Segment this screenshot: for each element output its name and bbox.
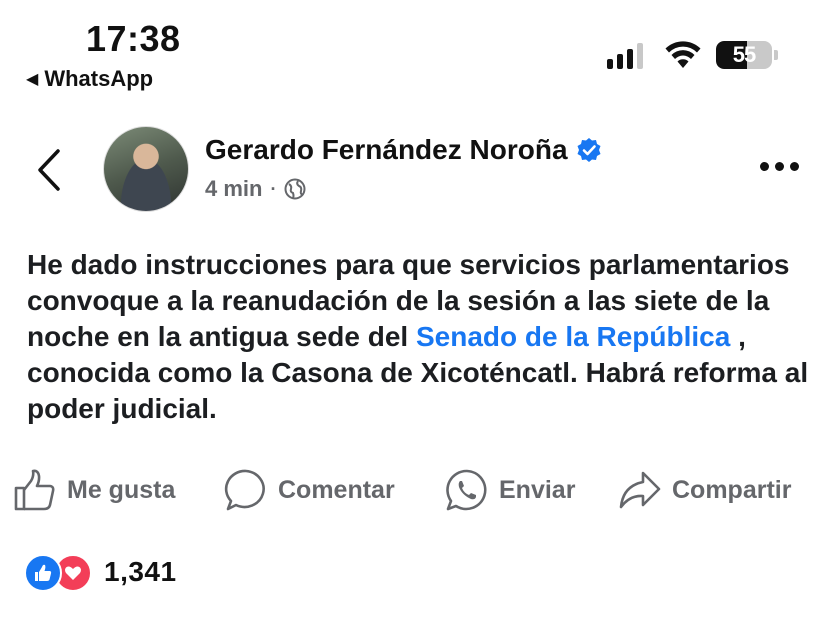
whatsapp-icon	[446, 469, 487, 511]
more-dot	[790, 162, 799, 171]
post-header: Gerardo Fernández Noroña 4 min ·	[0, 120, 831, 220]
more-dot	[775, 162, 784, 171]
like-reaction-glyph	[35, 564, 52, 581]
battery-percentage: 55	[732, 42, 756, 67]
signal-bar	[617, 54, 623, 69]
back-chevron-icon[interactable]	[34, 148, 64, 192]
like-reaction-icon	[24, 554, 62, 592]
reaction-icons	[24, 554, 96, 592]
status-bar: 17:38 ◀ WhatsApp 55	[0, 0, 831, 100]
battery-icon: 55	[716, 41, 772, 69]
author-name[interactable]: Gerardo Fernández Noroña	[205, 134, 568, 166]
meta-separator: ·	[270, 178, 277, 199]
share-arrow-icon	[619, 471, 661, 509]
like-label: Me gusta	[67, 475, 176, 504]
signal-icon	[607, 43, 643, 69]
post-actions: Me gusta Comentar Enviar Compartir	[0, 462, 831, 518]
comment-button[interactable]: Comentar	[224, 462, 395, 518]
avatar[interactable]	[103, 126, 189, 212]
signal-bar	[637, 43, 643, 69]
more-options-icon[interactable]	[760, 162, 799, 171]
globe-icon	[284, 178, 306, 200]
wifi-icon	[665, 41, 701, 68]
love-reaction-glyph	[65, 566, 81, 580]
reactions-summary[interactable]: 1,341	[24, 554, 177, 592]
battery-tip	[774, 50, 778, 60]
post-meta: 4 min ·	[205, 176, 306, 202]
send-label: Enviar	[499, 475, 576, 504]
share-label: Compartir	[672, 475, 792, 504]
like-button[interactable]: Me gusta	[13, 462, 175, 518]
signal-bar	[627, 49, 633, 69]
back-app-label: WhatsApp	[44, 66, 154, 91]
back-to-app-link[interactable]: ◀ WhatsApp	[26, 66, 153, 92]
post-author[interactable]: Gerardo Fernández Noroña	[205, 134, 602, 166]
more-dot	[760, 162, 769, 171]
post-time[interactable]: 4 min	[205, 176, 262, 202]
verified-badge-icon	[577, 138, 601, 162]
send-button[interactable]: Enviar	[445, 462, 575, 518]
post-text: He dado instrucciones para que servicios…	[27, 247, 817, 427]
share-button[interactable]: Compartir	[618, 462, 791, 518]
comment-label: Comentar	[278, 475, 395, 504]
back-triangle-icon: ◀	[26, 71, 39, 88]
senado-link[interactable]: Senado de la República	[416, 321, 730, 352]
signal-bar	[607, 59, 613, 69]
thumbs-up-icon	[14, 469, 55, 511]
status-time: 17:38	[86, 18, 181, 59]
comment-bubble-icon	[224, 469, 265, 511]
reaction-count: 1,341	[104, 556, 177, 587]
